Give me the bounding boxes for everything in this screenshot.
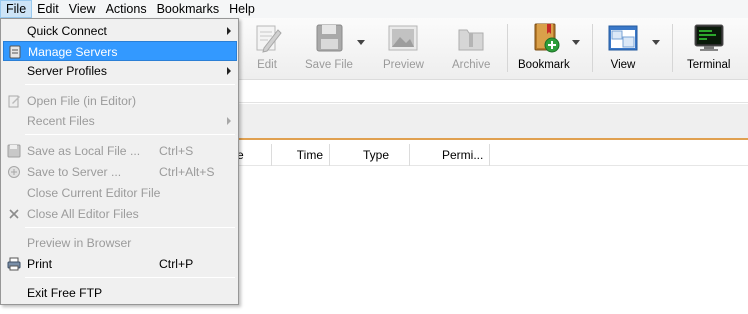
submenu-arrow-icon (227, 67, 231, 75)
bookmark-button[interactable]: Bookmark (518, 21, 570, 71)
menu-item-label: Save as Local File ... (27, 144, 141, 158)
menu-item-preview-browser[interactable]: Preview in Browser (3, 233, 237, 253)
menu-item-quick-connect[interactable]: Quick Connect (3, 21, 237, 41)
bookmark-label: Bookmark (518, 59, 570, 71)
menu-item-label: Close Current Editor File (27, 186, 161, 200)
column-type[interactable]: Type (330, 144, 410, 166)
menu-edit[interactable]: Edit (32, 0, 64, 18)
save-file-button[interactable]: Save File (305, 21, 353, 71)
close-icon (9, 209, 19, 219)
menu-file[interactable]: File (0, 0, 33, 18)
menu-item-close-all[interactable]: Close All Editor Files (3, 204, 237, 224)
menu-item-recent-files[interactable]: Recent Files (3, 111, 237, 131)
menu-item-close-current[interactable]: Close Current Editor File (3, 183, 237, 203)
menubar: File Edit View Actions Bookmarks Help (0, 0, 748, 18)
menu-item-label: Quick Connect (27, 24, 107, 38)
menu-item-exit[interactable]: Exit Free FTP (3, 283, 237, 303)
terminal-button[interactable]: Terminal (687, 21, 730, 71)
toolbar-separator (592, 24, 593, 72)
menu-item-open-file[interactable]: Open File (in Editor) (3, 91, 237, 111)
menu-item-label: Open File (in Editor) (27, 94, 137, 108)
view-dropdown-icon[interactable] (652, 40, 660, 45)
preview-button[interactable]: Preview (383, 21, 424, 71)
menu-item-label: Save to Server ... (27, 165, 122, 179)
save-icon (7, 144, 21, 158)
menu-item-label: Preview in Browser (27, 236, 132, 250)
menu-item-label: Server Profiles (27, 64, 107, 78)
archive-zip-icon (458, 29, 484, 51)
edit-icon (256, 25, 282, 53)
menu-item-manage-servers[interactable]: Manage Servers (3, 41, 237, 61)
printer-icon (7, 257, 21, 271)
archive-label: Archive (452, 59, 491, 71)
open-file-icon (8, 95, 20, 108)
save-to-server-icon (8, 166, 20, 178)
view-layout-icon (608, 25, 638, 51)
bookmark-dropdown-icon[interactable] (572, 40, 580, 45)
save-file-label: Save File (305, 59, 353, 71)
menu-item-shortcut: Ctrl+P (159, 257, 194, 271)
edit-label: Edit (257, 59, 277, 71)
menu-item-shortcut: Ctrl+Alt+S (159, 165, 215, 179)
menu-item-shortcut: Ctrl+S (159, 144, 194, 158)
menu-item-save-server[interactable]: Save to Server ... Ctrl+Alt+S (3, 162, 237, 182)
menu-bookmarks[interactable]: Bookmarks (152, 0, 225, 18)
toolbar-separator (672, 24, 673, 72)
submenu-arrow-icon (227, 27, 231, 35)
menu-item-save-local[interactable]: Save as Local File ... Ctrl+S (3, 141, 237, 161)
menu-separator (25, 84, 235, 85)
floppy-disk-icon (316, 24, 343, 52)
edit-button[interactable]: Edit (250, 21, 284, 71)
menu-separator (25, 227, 235, 228)
view-button[interactable]: View (606, 21, 640, 71)
submenu-arrow-icon (227, 117, 231, 125)
menu-actions[interactable]: Actions (101, 0, 152, 18)
preview-label: Preview (383, 59, 424, 71)
menu-separator (25, 134, 235, 135)
toolbar-separator (507, 24, 508, 72)
menu-item-label: Recent Files (27, 114, 95, 128)
menu-view[interactable]: View (64, 0, 101, 18)
menu-item-label: Close All Editor Files (27, 207, 139, 221)
bookmark-book-icon (534, 23, 560, 53)
archive-button[interactable]: Archive (452, 21, 490, 71)
terminal-label: Terminal (687, 59, 731, 71)
file-menu-dropdown: Quick Connect Manage Servers Server Prof… (0, 18, 239, 305)
save-file-dropdown-icon[interactable] (357, 40, 365, 45)
menu-item-print[interactable]: Print Ctrl+P (3, 254, 237, 274)
menu-item-label: Print (27, 257, 53, 271)
menu-item-label: Manage Servers (28, 45, 118, 59)
column-time[interactable]: Time (272, 144, 330, 166)
view-label: View (610, 59, 636, 71)
menu-item-label: Exit Free FTP (27, 286, 103, 300)
menu-help[interactable]: Help (224, 0, 260, 18)
server-icon (9, 45, 21, 59)
menu-item-server-profiles[interactable]: Server Profiles (3, 61, 237, 81)
terminal-icon (694, 24, 724, 51)
preview-image-icon (388, 25, 418, 51)
menu-separator (25, 277, 235, 278)
column-permissions[interactable]: Permi... (410, 144, 490, 166)
